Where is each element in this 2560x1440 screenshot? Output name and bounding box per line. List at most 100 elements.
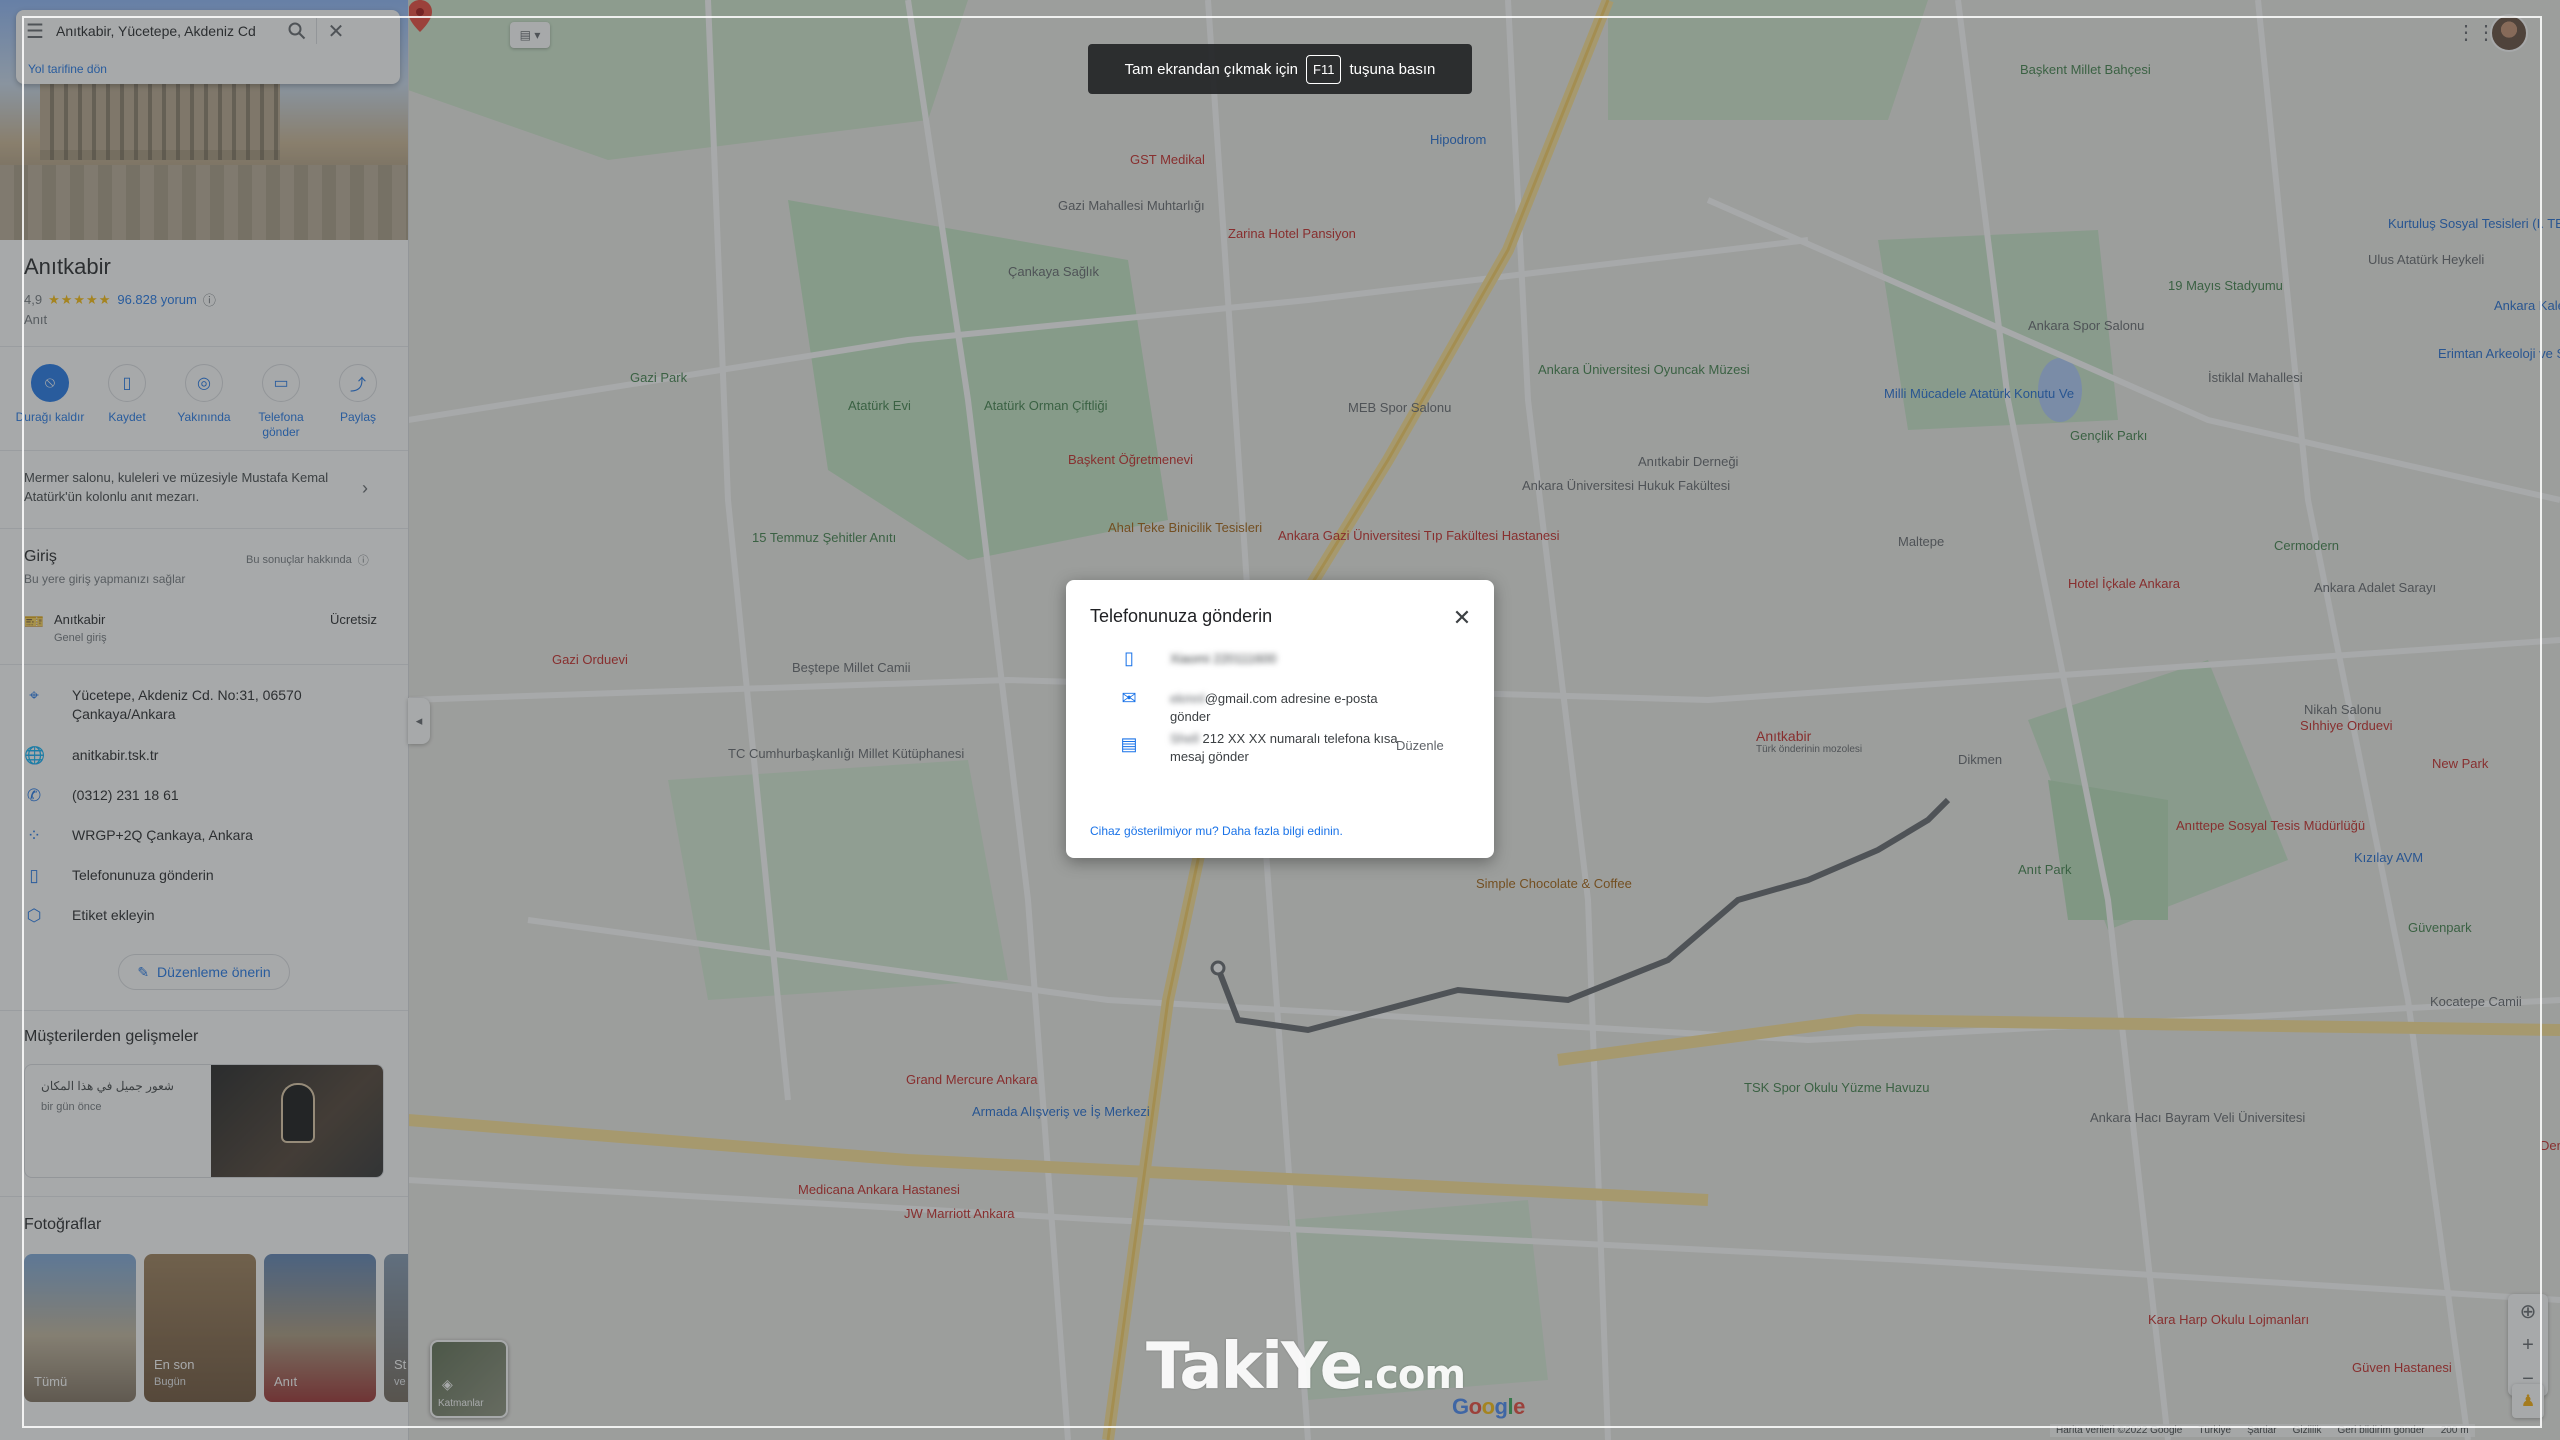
about-results[interactable]: Bu sonuçlar hakkında ⓘ [246, 552, 369, 568]
feedback-link[interactable]: Geri bildirim gönder [2337, 1425, 2424, 1436]
action-label: Paylaş [339, 410, 377, 424]
photo-tile[interactable]: Tümü [24, 1254, 136, 1402]
label-row[interactable]: ⬡ Etiket ekleyin [0, 896, 408, 936]
map-label: Ahal Teke Binicilik Tesisleri [1108, 520, 1263, 535]
map-controls-button[interactable]: ▤ ▾ [510, 22, 550, 48]
suggest-edit-button[interactable]: ✎ Düzenleme önerin [118, 954, 290, 990]
chevron-right-icon[interactable]: › [362, 478, 368, 499]
map-label: 19 Mayıs Stadyumu [2168, 278, 2283, 293]
back-to-directions-link[interactable]: Yol tarifine dön [28, 62, 107, 76]
close-icon[interactable]: ✕ [317, 12, 355, 50]
privacy-link[interactable]: Gizlilik [2293, 1425, 2322, 1436]
map-label: Ankara Gazi Üniversitesi Tıp Fakültesi H… [1278, 528, 1560, 543]
save-button[interactable]: ▯ Kaydet [91, 364, 163, 440]
send-to-phone-icon: ▯ [29, 866, 39, 885]
mausoleum-colonnade [40, 80, 280, 160]
send-to-phone-row[interactable]: ▯ Telefonunuza gönderin [0, 856, 408, 896]
action-label: Telefona gönder [258, 410, 304, 439]
f11-key: F11 [1306, 54, 1342, 84]
place-title: Anıtkabir [24, 254, 111, 279]
region-link[interactable]: Türkiye [2198, 1425, 2231, 1436]
terms-link[interactable]: Şartlar [2247, 1425, 2276, 1436]
zoom-in-button[interactable]: + [2508, 1328, 2548, 1362]
photo-label: Anıt [274, 1374, 298, 1389]
phone-row[interactable]: ✆ (0312) 231 18 61 [0, 776, 408, 816]
divider [0, 450, 408, 451]
map-label: MEB Spor Salonu [1348, 400, 1452, 415]
my-location-icon[interactable]: ⊕ [2508, 1294, 2548, 1328]
edit-phone-button[interactable]: Düzenle [1396, 738, 1444, 753]
search-input[interactable] [54, 22, 278, 40]
nearby-button[interactable]: ◎ Yakınında [168, 364, 240, 440]
map-data-credit: Harita verileri ©2022 Google [2056, 1425, 2183, 1436]
action-bar: ⦸ Durağı kaldır ▯ Kaydet ◎ Yakınında ▭ T… [14, 364, 394, 440]
photo-tile[interactable]: Anıt [264, 1254, 376, 1402]
map-label: Erimtan Arkeoloji ve Sanat Müzesi [2438, 346, 2560, 361]
destination-pin-icon[interactable] [408, 0, 432, 32]
phone-device-icon: ▯ [1124, 648, 1134, 668]
info-icon[interactable]: ⓘ [203, 290, 216, 309]
map-label: Kurtuluş Sosyal Tesisleri (I. TBMM Binas… [2388, 216, 2560, 231]
search-icon[interactable] [278, 12, 316, 50]
device-help-link[interactable]: Cihaz gösterilmiyor mu? Daha fazla bilgi… [1090, 824, 1343, 838]
sms-icon: ▤ [1120, 734, 1138, 754]
rating-value: 4,9 [24, 292, 43, 307]
map-label: Hipodrom [1430, 132, 1487, 147]
about-results-label: Bu sonuçlar hakkında [246, 554, 352, 566]
entry-price: Ücretsiz [330, 612, 377, 627]
photo-strip: Tümü En son Bugün Anıt St ve [24, 1254, 408, 1402]
map-label: 15 Temmuz Şehitler Anıtı [752, 530, 897, 545]
map-label: Gençlik Parkı [2070, 428, 2148, 443]
send-sms-option[interactable]: ▤ Shell 212 XX XX numaralı telefona kısa… [1066, 722, 1494, 770]
pin-label: Anıtkabir [1756, 728, 1812, 744]
address-row[interactable]: ⌖ Yücetepe, Akdeniz Cd. No:31, 06570 Çan… [0, 676, 408, 728]
map-label: Ankara Spor Salonu [2028, 318, 2145, 333]
share-button[interactable]: ⤴ Paylaş [322, 364, 394, 440]
email-icon: ✉ [1121, 688, 1137, 708]
place-description[interactable]: Mermer salonu, kuleleri ve müzesiyle Mus… [24, 468, 354, 506]
remove-stop-button[interactable]: ⦸ Durağı kaldır [14, 364, 86, 440]
updates-heading: Müşterilerden gelişmeler [24, 1028, 199, 1045]
share-icon: ⤴ [339, 364, 377, 402]
nearby-icon: ◎ [185, 364, 223, 402]
map-label: Ankara Adalet Sarayı [2314, 580, 2437, 595]
photo-tile[interactable]: En son Bugün [144, 1254, 256, 1402]
close-icon[interactable]: ✕ [1444, 600, 1480, 636]
send-to-phone-button[interactable]: ▭ Telefona gönder [245, 364, 317, 440]
photo-tile[interactable]: St ve [384, 1254, 408, 1402]
map-label: JW Marriott Ankara [904, 1206, 1015, 1221]
divider [0, 1010, 408, 1011]
send-email-option[interactable]: ✉ ekmnl@gmail.com adresine e-posta gönde… [1066, 682, 1494, 724]
send-to-device-option[interactable]: ▯ Xiaomi 220111600 [1066, 642, 1494, 680]
menu-icon[interactable]: ☰ [16, 12, 54, 50]
map-label: Kara Harp Okulu Lojmanları [2148, 1312, 2310, 1327]
map-label: GST Medikal [1130, 152, 1205, 167]
map-label: Atatürk Orman Çiftliği [984, 398, 1108, 413]
entry-option[interactable]: 🎫 Anıtkabir Genel giriş Ücretsiz [24, 612, 384, 652]
layers-button[interactable]: ◈ Katmanlar [430, 1340, 508, 1418]
divider [0, 664, 408, 665]
divider [0, 346, 408, 347]
street-view-pegman-icon[interactable]: ♟ [2512, 1384, 2544, 1418]
map-footer: Harita verileri ©2022 Google Türkiye Şar… [2050, 1424, 2475, 1437]
action-label: Yakınında [177, 410, 231, 424]
globe-icon: 🌐 [24, 746, 46, 765]
apps-grid-icon[interactable]: ⋮⋮ [2456, 21, 2496, 45]
place-category[interactable]: Anıt [24, 312, 47, 327]
photo-label: St [394, 1357, 407, 1372]
plus-code-text: WRGP+2Q Çankaya, Ankara [72, 827, 253, 843]
scale-bar[interactable]: 200 m [2441, 1425, 2469, 1436]
map-label: Başkent Millet Bahçesi [2020, 62, 2151, 77]
map-label: TSK Spor Okulu Yüzme Havuzu [1744, 1080, 1930, 1095]
map-label: Kızılay AVM [2354, 850, 2424, 865]
collapse-panel-button[interactable]: ◂ [408, 698, 430, 744]
photo-label: En son [154, 1357, 195, 1372]
map-label: Gazi Orduevi [552, 652, 628, 667]
website-row[interactable]: 🌐 anitkabir.tsk.tr [0, 736, 408, 776]
divider [0, 1196, 408, 1197]
update-card[interactable]: شعور جميل في هذا المكان bir gün önce [24, 1064, 384, 1178]
map-label: İstiklal Mahallesi [2208, 370, 2303, 385]
reviews-link[interactable]: 96.828 yorum [117, 292, 197, 307]
avatar[interactable] [2490, 14, 2528, 52]
plus-code-row[interactable]: ⁘ WRGP+2Q Çankaya, Ankara [0, 816, 408, 856]
